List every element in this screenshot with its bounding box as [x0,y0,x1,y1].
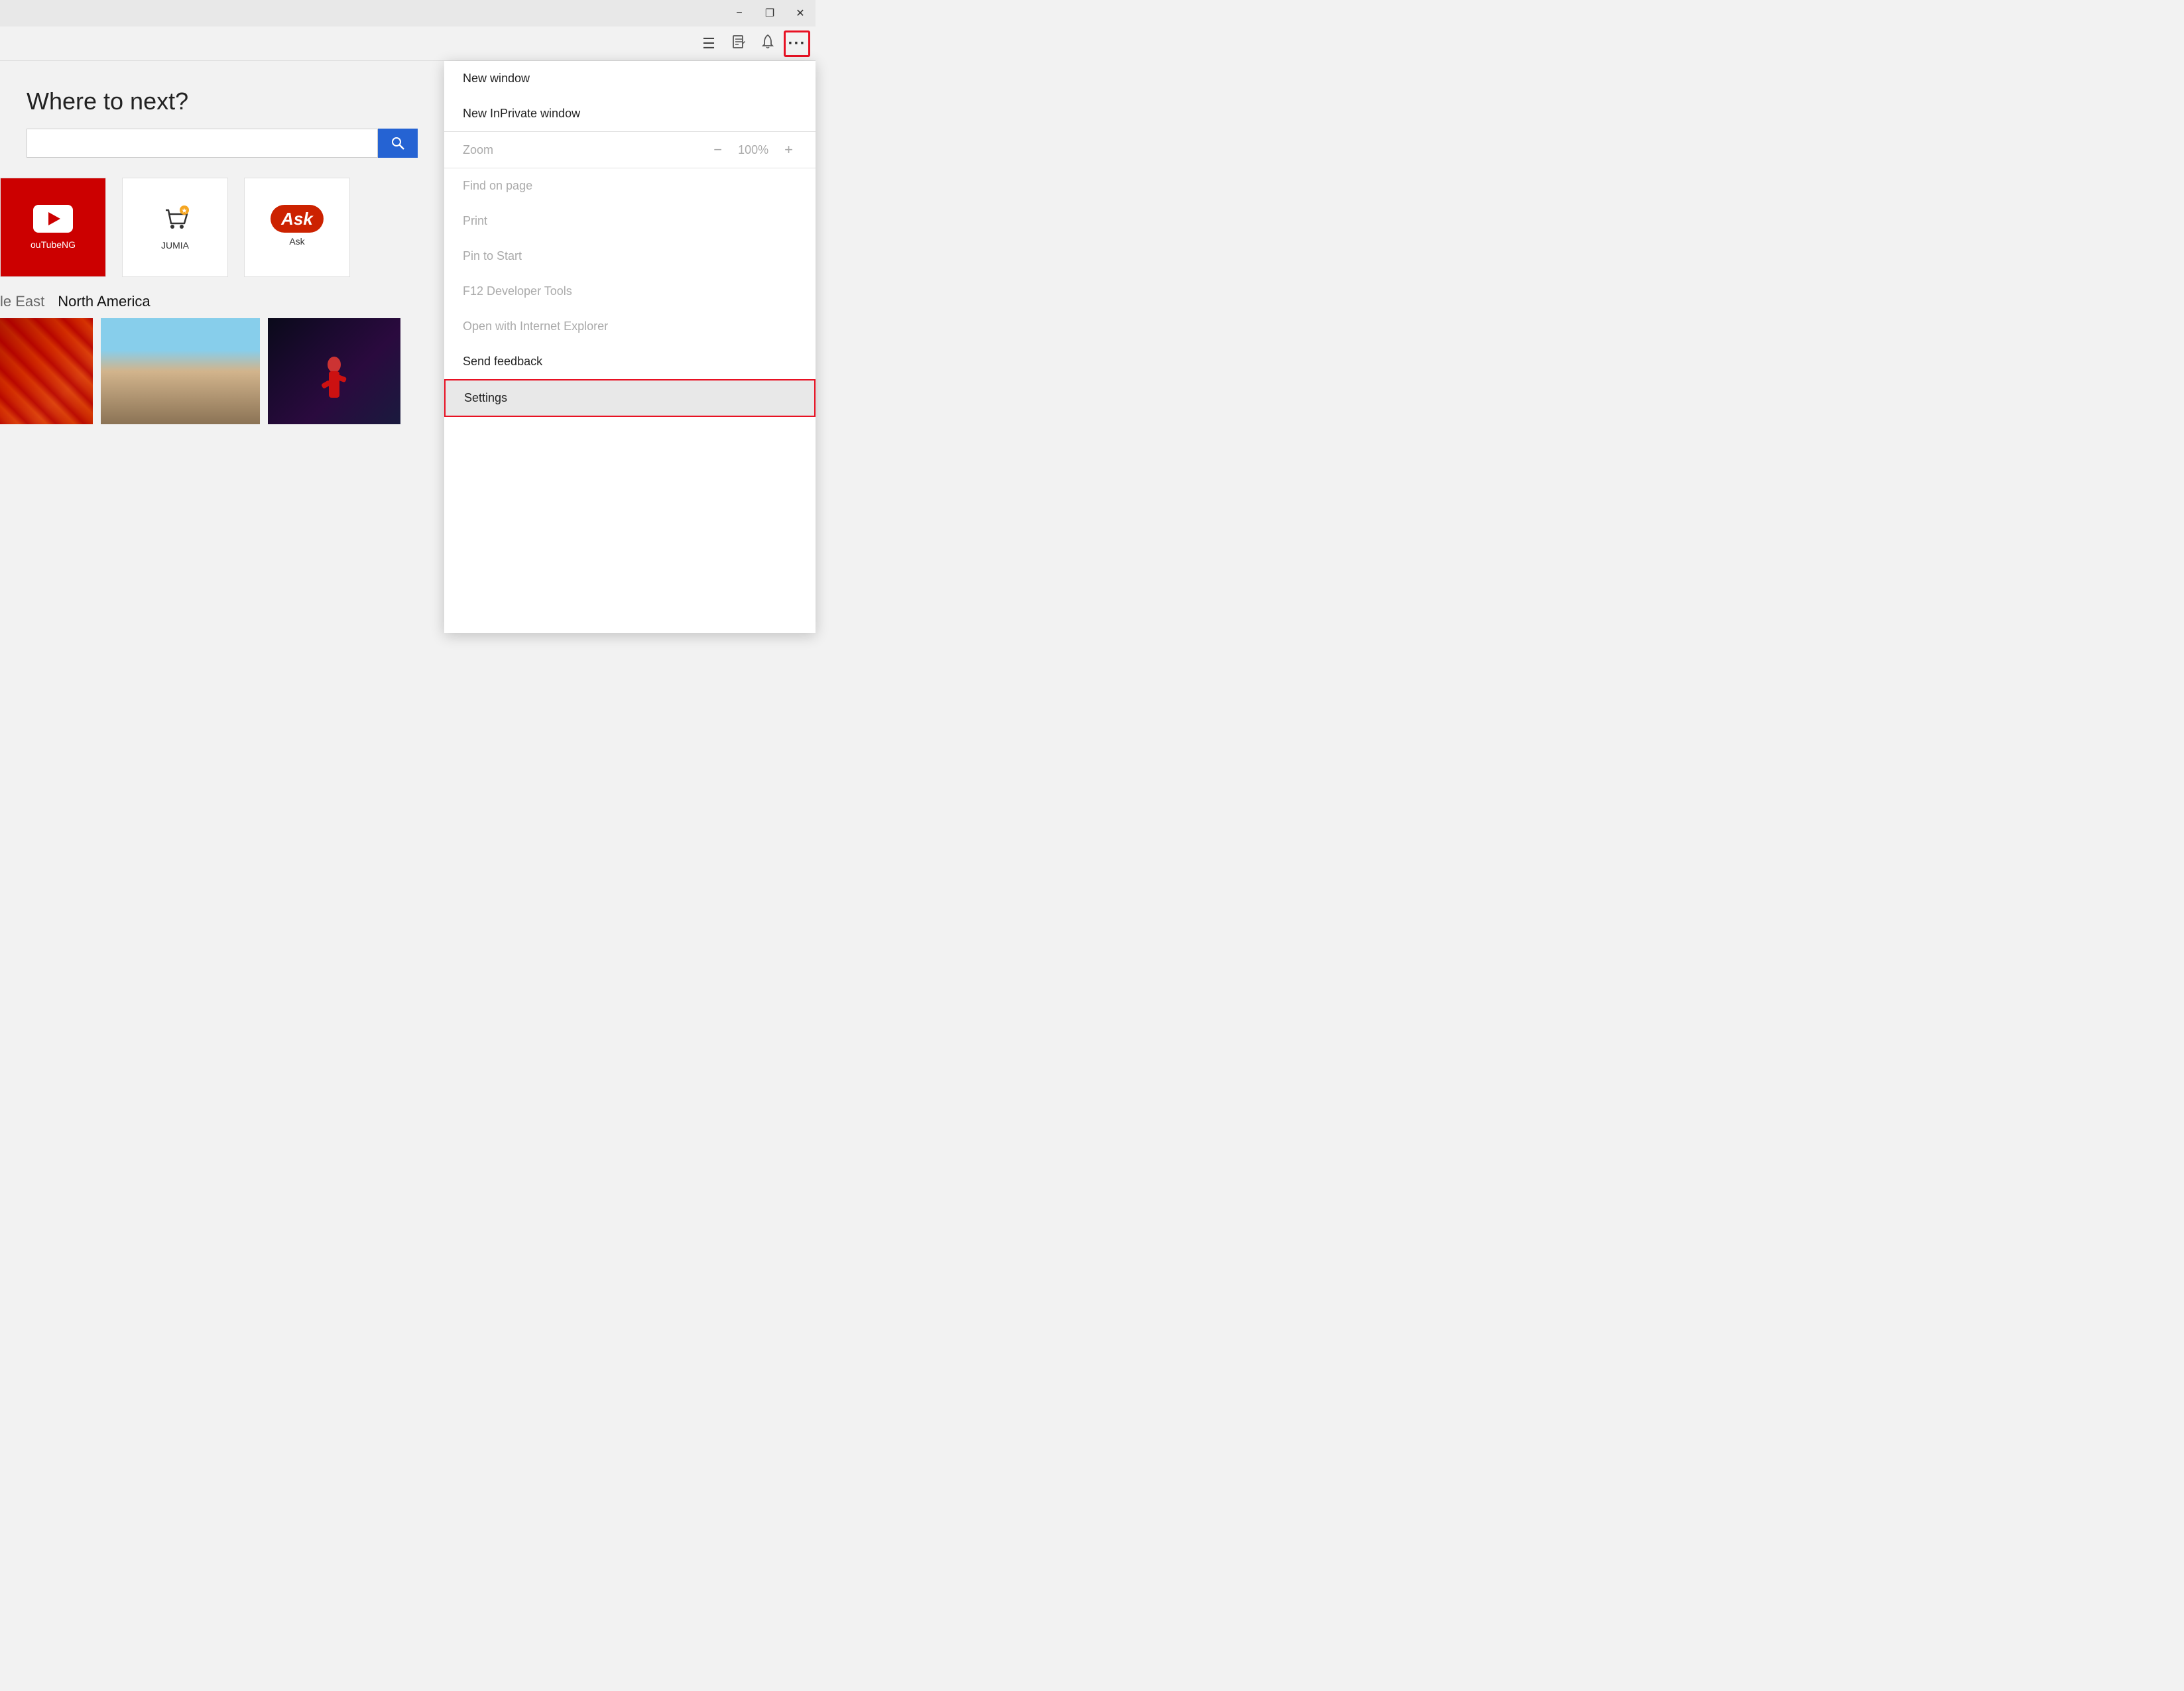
quick-link-jumia[interactable]: ★ JUMIA [122,178,228,277]
menu-item-f12-tools[interactable]: F12 Developer Tools [444,274,816,309]
window-controls: − ❐ ✕ [724,0,816,27]
jumia-icon: ★ [160,205,190,233]
f12-tools-label: F12 Developer Tools [463,284,572,298]
youtube-logo [33,205,73,233]
zoom-row: Zoom − 100% + [444,131,816,168]
section-tag-north-america[interactable]: North America [58,293,150,310]
hub-icon: ☰ [702,35,717,52]
close-button[interactable]: ✕ [785,0,816,27]
bell-icon [760,34,776,54]
zoom-minus-button[interactable]: − [709,141,726,158]
new-window-label: New window [463,72,530,86]
zoom-plus-button[interactable]: + [780,141,797,158]
print-label: Print [463,214,487,228]
settings-label: Settings [464,391,507,405]
crowd-image [0,318,93,424]
page-content: Where to next? ouTubeNG [0,61,444,633]
open-ie-label: Open with Internet Explorer [463,320,608,333]
quick-link-youtube[interactable]: ouTubeNG [0,178,106,277]
notes-icon [731,34,746,53]
menu-item-print[interactable]: Print [444,204,816,239]
hub-button[interactable]: ☰ [696,30,723,57]
menu-item-open-ie[interactable]: Open with Internet Explorer [444,309,816,344]
notes-button[interactable] [725,30,752,57]
page-heading: Where to next? [27,87,444,115]
dropdown-menu: New window New InPrivate window Zoom − 1… [444,61,816,633]
quick-links-row: ouTubeNG ★ JUMIA Ask Ask [0,178,444,277]
browser-toolbar: ☰ ··· [0,27,816,61]
crash-site-image [101,318,260,424]
title-bar: − ❐ ✕ [0,0,816,27]
more-icon: ··· [788,34,806,53]
more-button[interactable]: ··· [784,30,810,57]
zoom-controls: − 100% + [709,141,797,158]
performance-image [268,318,400,424]
section-tag-middle-east[interactable]: le East [0,293,44,310]
find-on-page-label: Find on page [463,179,532,193]
menu-item-new-window[interactable]: New window [444,61,816,96]
svg-text:★: ★ [182,207,188,215]
ask-icon: Ask [271,209,324,229]
zoom-label: Zoom [463,143,493,157]
search-button[interactable] [378,129,418,158]
jumia-label: JUMIA [161,240,189,251]
send-feedback-label: Send feedback [463,355,542,369]
menu-item-new-inprivate[interactable]: New InPrivate window [444,96,816,131]
search-input[interactable] [27,129,378,158]
images-row [0,318,444,424]
notifications-button[interactable] [755,30,781,57]
new-inprivate-label: New InPrivate window [463,107,580,121]
minimize-button[interactable]: − [724,0,755,27]
menu-item-send-feedback[interactable]: Send feedback [444,344,816,379]
zoom-value: 100% [738,143,768,157]
youtube-label: ouTubeNG [30,239,76,250]
section-header: le East North America [0,293,444,310]
quick-link-ask[interactable]: Ask Ask [244,178,350,277]
search-area [27,129,418,158]
pin-to-start-label: Pin to Start [463,249,522,263]
ask-label: Ask [289,236,304,247]
restore-button[interactable]: ❐ [755,0,785,27]
menu-item-settings[interactable]: Settings [444,379,816,417]
menu-item-find-on-page[interactable]: Find on page [444,168,816,204]
menu-item-pin-to-start[interactable]: Pin to Start [444,239,816,274]
